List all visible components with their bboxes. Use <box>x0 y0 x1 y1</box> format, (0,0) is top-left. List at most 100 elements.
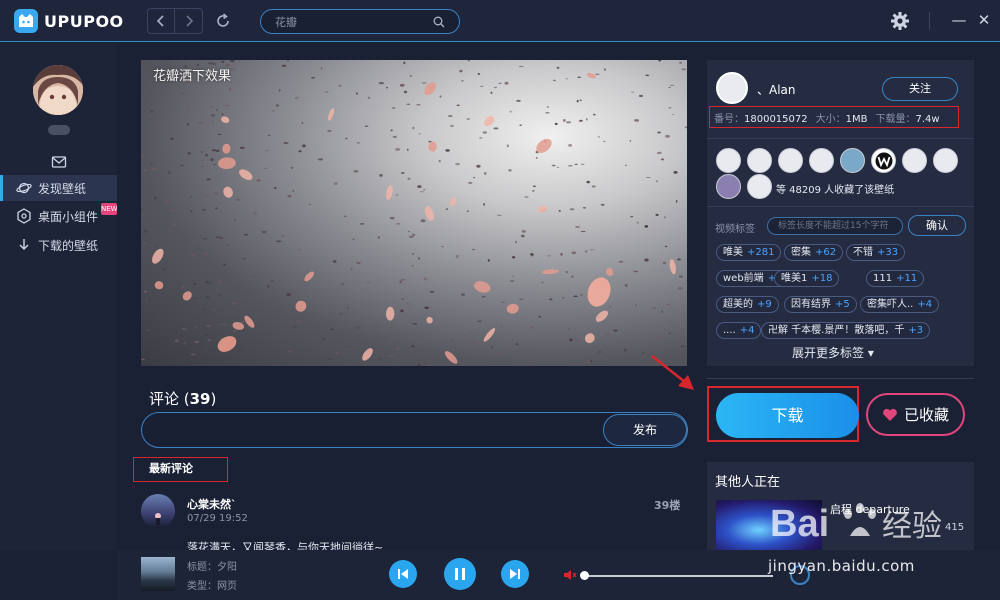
favoriter-avatar[interactable] <box>902 148 927 173</box>
downloads-value: 7.4w <box>915 114 940 125</box>
pause-button[interactable] <box>444 558 476 590</box>
settings-button[interactable] <box>889 10 911 32</box>
tag-chip[interactable]: 超美的 +9 <box>716 296 779 313</box>
favoriter-avatar[interactable] <box>747 174 772 199</box>
collected-button[interactable]: 已收藏 <box>866 393 965 436</box>
sidebar-item-discover[interactable]: 发现壁纸 <box>0 175 117 201</box>
favoriter-avatar[interactable] <box>778 148 803 173</box>
search-box[interactable] <box>260 9 460 34</box>
comments-title: 评论 (39) <box>149 388 216 409</box>
refresh-button[interactable] <box>213 11 233 31</box>
tag-name: web前端 <box>723 273 764 284</box>
minimize-button[interactable]: — <box>949 10 969 30</box>
avatar[interactable] <box>33 65 83 115</box>
next-button[interactable] <box>501 560 529 588</box>
skip-previous-icon <box>398 569 408 579</box>
close-button[interactable]: ✕ <box>974 10 994 30</box>
tag-chip[interactable]: 因有结界 +5 <box>784 296 857 313</box>
download-button[interactable]: 下载 <box>716 393 859 438</box>
forward-button[interactable] <box>175 9 202 33</box>
tag-name: 密集 <box>791 247 811 258</box>
comment-avatar[interactable] <box>141 494 175 528</box>
sidebar-item-widgets[interactable]: 桌面小组件 <box>0 203 117 229</box>
favoriters-row-2 <box>716 174 772 199</box>
tag-name: 卍解 千本樱.景严！散落吧，千 <box>768 325 905 336</box>
tags-label: 视频标签 <box>715 224 755 235</box>
comments-title-prefix: 评论 ( <box>149 390 190 408</box>
refresh-icon <box>217 13 229 27</box>
favoriter-avatar[interactable] <box>871 148 896 173</box>
favoriter-avatar[interactable] <box>716 148 741 173</box>
annotation-arrow <box>651 355 694 390</box>
favoriters-row-1 <box>716 148 958 173</box>
favoriter-avatar[interactable] <box>840 148 865 173</box>
panel-divider <box>707 138 974 139</box>
sidebar-item-label: 发现壁纸 <box>38 181 87 196</box>
tag-count: +9 <box>757 299 772 310</box>
favoriter-avatar[interactable] <box>747 148 772 173</box>
player-thumbnail[interactable] <box>141 557 175 591</box>
tag-count: +3 <box>908 325 924 336</box>
favoriter-avatar[interactable] <box>933 148 958 173</box>
size-value: 1MB <box>845 114 868 125</box>
logo-text: UPUPOO <box>44 11 124 31</box>
publish-button[interactable]: 发布 <box>603 414 687 446</box>
size-key: 大小： <box>815 114 846 125</box>
logo-icon <box>14 9 38 33</box>
hexagon-icon <box>17 208 31 224</box>
gear-icon <box>891 12 909 30</box>
heart-icon <box>883 408 897 421</box>
tag-name: 111 <box>873 273 893 284</box>
id-key: 番号： <box>714 114 744 125</box>
comments-count: 39 <box>189 390 211 408</box>
author-avatar[interactable] <box>716 72 748 104</box>
tag-name: .... <box>723 325 736 336</box>
petals-image <box>141 60 687 366</box>
chevron-left-icon <box>156 15 164 27</box>
confirm-tag-button[interactable]: 确认 <box>908 215 966 236</box>
tag-count: +4 <box>739 325 755 336</box>
wallpaper-preview[interactable]: 花瓣洒下效果 <box>141 60 687 366</box>
back-button[interactable] <box>148 9 176 33</box>
follow-button[interactable]: 关注 <box>882 77 958 101</box>
panel-divider <box>707 378 974 379</box>
tag-chip[interactable]: 唯美 +281 <box>716 244 782 261</box>
tag-chip[interactable]: 密集 +62 <box>784 244 844 261</box>
skip-next-icon <box>510 569 520 579</box>
mail-icon[interactable] <box>51 155 67 169</box>
search-icon[interactable] <box>433 16 445 28</box>
tag-chip[interactable]: 111 +11 <box>866 270 925 287</box>
tag-input-box[interactable] <box>767 217 903 235</box>
tag-count: +18 <box>811 273 833 284</box>
author-name[interactable]: 、Alan <box>757 81 796 98</box>
player-title: 标题：夕阳 <box>187 562 237 573</box>
volume-knob[interactable] <box>580 571 589 580</box>
tag-chip[interactable]: 密集吓人.. +4 <box>860 296 940 313</box>
mute-icon[interactable] <box>563 569 577 581</box>
tag-name: 因有结界 <box>791 299 831 310</box>
previous-button[interactable] <box>389 560 417 588</box>
comment-author[interactable]: 心棠未然` <box>187 496 237 512</box>
tag-chip[interactable]: 卍解 千本樱.景严！散落吧，千 +3 <box>761 322 931 339</box>
volume-slider[interactable] <box>583 575 773 577</box>
expand-tags-button[interactable]: 展开更多标签 ▾ <box>792 344 874 361</box>
app-logo[interactable]: UPUPOO <box>14 9 124 33</box>
tag-input[interactable] <box>778 220 896 232</box>
comment-input[interactable] <box>158 422 588 440</box>
tag-chip[interactable]: 唯美1 +18 <box>774 270 840 287</box>
tag-chip[interactable]: .... +4 <box>716 322 762 339</box>
sidebar-item-downloaded[interactable]: 下载的壁纸 <box>0 232 117 258</box>
baidu-watermark-logo: Bai 经验 <box>770 503 942 545</box>
tag-count: +33 <box>877 247 899 258</box>
tag-chip[interactable]: 不错 +33 <box>846 244 906 261</box>
tag-name: 密集吓人.. <box>867 299 914 310</box>
nav-buttons <box>147 8 203 34</box>
favoriter-avatar[interactable] <box>809 148 834 173</box>
comment-time: 07/29 19:52 <box>187 513 248 524</box>
player-type: 类型：网页 <box>187 581 237 592</box>
favoriter-avatar[interactable] <box>716 174 741 199</box>
sidebar-item-label: 桌面小组件 <box>38 209 99 224</box>
window-separator <box>929 12 930 30</box>
sidebar-item-label: 下载的壁纸 <box>38 238 99 253</box>
search-input[interactable] <box>275 14 425 30</box>
